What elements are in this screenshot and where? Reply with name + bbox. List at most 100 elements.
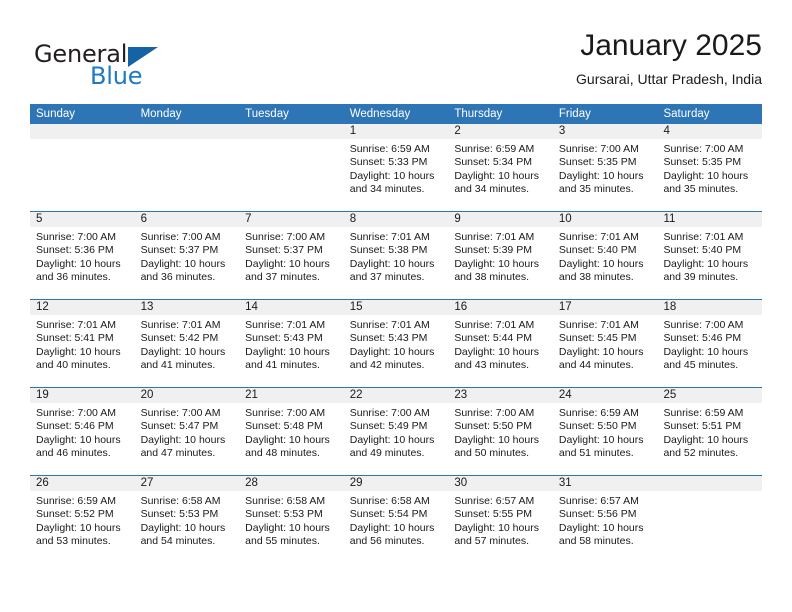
day-number: 12 — [30, 300, 135, 315]
day-sunrise-text: Sunrise: 6:57 AM — [558, 495, 639, 507]
day-sunset-text: Sunset: 5:40 PM — [558, 244, 637, 257]
day-sunrise-text: Sunrise: 7:00 AM — [663, 319, 744, 331]
day-sun-info: Sunrise: 7:00 AM Sunset: 5:35 PM Daylight:… — [553, 139, 658, 197]
day-sun-info: Sunrise: 7:00 AM Sunset: 5:37 PM Daylight:… — [135, 227, 240, 285]
day-sunset-text: Sunset: 5:38 PM — [349, 244, 428, 257]
calendar-day-cell[interactable]: 9 Sunrise: 7:01 AM Sunset: 5:39 PM Daylight… — [448, 212, 553, 299]
calendar-day-cell[interactable]: 12 Sunrise: 7:01 AM Sunset: 5:41 PM Dayligh… — [30, 300, 135, 387]
day-daylight-line2-text: and 34 minutes. — [349, 183, 425, 196]
day-sun-info: Sunrise: 7:01 AM Sunset: 5:40 PM Daylight:… — [657, 227, 762, 285]
day-sunset-text: Sunset: 5:39 PM — [454, 244, 532, 257]
day-number: 25 — [657, 388, 763, 403]
day-daylight-line2-text: and 35 minutes. — [558, 183, 634, 196]
day-daylight-line1-text: Daylight: 10 hours — [140, 433, 226, 446]
day-daylight-line2-text: and 41 minutes. — [140, 359, 216, 372]
calendar-day-cell[interactable]: 21 Sunrise: 7:00 AM Sunset: 5:48 PM Dayligh… — [239, 388, 344, 475]
day-sunset-text: Sunset: 5:43 PM — [349, 332, 428, 345]
day-number: 9 — [448, 212, 553, 227]
calendar-day-cell[interactable]: 23 Sunrise: 7:00 AM Sunset: 5:50 PM Dayligh… — [448, 388, 553, 475]
day-sunset-text: Sunset: 5:34 PM — [454, 156, 532, 169]
calendar-day-cell[interactable]: 19 Sunrise: 7:00 AM Sunset: 5:46 PM Dayligh… — [30, 388, 135, 475]
day-sun-info: Sunrise: 7:01 AM Sunset: 5:43 PM Daylight:… — [344, 315, 449, 373]
day-daylight-line2-text: and 45 minutes. — [663, 359, 739, 372]
day-sunrise-text: Sunrise: 7:01 AM — [663, 231, 744, 243]
calendar-day-cell[interactable]: 25 Sunrise: 6:59 AM Sunset: 5:51 PM Dayligh… — [657, 388, 763, 475]
day-sunrise-text: Sunrise: 7:01 AM — [245, 319, 326, 331]
day-sun-info: Sunrise: 7:01 AM Sunset: 5:38 PM Daylight:… — [344, 227, 449, 285]
day-daylight-line1-text: Daylight: 10 hours — [558, 521, 644, 534]
day-daylight-line1-text: Daylight: 10 hours — [36, 521, 121, 534]
day-sun-info: Sunrise: 7:01 AM Sunset: 5:44 PM Daylight:… — [448, 315, 553, 373]
calendar-day-cell[interactable]: 8 Sunrise: 7:01 AM Sunset: 5:38 PM Daylight… — [343, 212, 449, 299]
weekday-header-row: Sunday Monday Tuesday Wednesday Thursday Frid… — [30, 104, 762, 124]
calendar-day-cell[interactable]: 28 Sunrise: 6:58 AM Sunset: 5:53 PM Dayligh… — [239, 476, 344, 564]
day-sunset-text: Sunset: 5:53 PM — [140, 508, 219, 521]
calendar-day-cell[interactable]: 2 Sunrise: 6:59 AM Sunset: 5:34 PM Daylight… — [448, 124, 553, 211]
calendar-week-row: 1 Sunrise: 6:59 AM Sunset: 5:33 PM Daylight… — [30, 124, 763, 212]
calendar-day-cell[interactable]: 24 Sunrise: 6:59 AM Sunset: 5:50 PM Dayligh… — [552, 388, 658, 475]
day-number: 23 — [448, 388, 553, 403]
day-daylight-line2-text: and 52 minutes. — [663, 447, 739, 460]
day-daylight-line1-text: Daylight: 10 hours — [245, 257, 330, 270]
day-daylight-line2-text: and 38 minutes. — [454, 271, 530, 284]
day-sunrise-text: Sunrise: 7:00 AM — [454, 407, 535, 419]
day-number — [30, 124, 135, 139]
day-sunset-text: Sunset: 5:49 PM — [349, 420, 428, 433]
calendar-day-cell[interactable]: 20 Sunrise: 7:00 AM Sunset: 5:47 PM Dayligh… — [134, 388, 240, 475]
day-sun-info: Sunrise: 7:01 AM Sunset: 5:39 PM Daylight:… — [448, 227, 553, 285]
calendar-day-cell[interactable]: 17 Sunrise: 7:01 AM Sunset: 5:45 PM Dayligh… — [552, 300, 658, 387]
day-sun-info: Sunrise: 6:58 AM Sunset: 5:53 PM Daylight:… — [135, 491, 240, 549]
day-number: 21 — [239, 388, 344, 403]
day-number: 22 — [343, 388, 449, 403]
day-daylight-line2-text: and 35 minutes. — [663, 183, 739, 196]
day-sun-info: Sunrise: 6:57 AM Sunset: 5:56 PM Daylight:… — [553, 491, 658, 549]
day-sunrise-text: Sunrise: 7:00 AM — [36, 407, 116, 419]
weekday-header-friday: Friday — [558, 108, 591, 120]
calendar-day-cell[interactable]: 11 Sunrise: 7:01 AM Sunset: 5:40 PM Dayligh… — [657, 212, 763, 299]
calendar-day-cell[interactable]: 7 Sunrise: 7:00 AM Sunset: 5:37 PM Daylight… — [239, 212, 344, 299]
day-number: 26 — [30, 476, 135, 491]
calendar-day-cell[interactable]: 31 Sunrise: 6:57 AM Sunset: 5:56 PM Dayligh… — [552, 476, 658, 564]
calendar-week-row: 5 Sunrise: 7:00 AM Sunset: 5:36 PM Daylight… — [30, 212, 763, 300]
day-daylight-line2-text: and 38 minutes. — [558, 271, 634, 284]
day-sunrise-text: Sunrise: 7:00 AM — [245, 407, 326, 419]
calendar-day-cell[interactable]: 6 Sunrise: 7:00 AM Sunset: 5:37 PM Daylight… — [134, 212, 240, 299]
calendar-body: 1 Sunrise: 6:59 AM Sunset: 5:33 PM Daylight… — [30, 124, 763, 564]
calendar-day-cell[interactable]: 10 Sunrise: 7:01 AM Sunset: 5:40 PM Dayligh… — [552, 212, 658, 299]
day-number: 18 — [657, 300, 763, 315]
page-header: General Blue January 2025 Gursarai, Utta… — [30, 28, 762, 98]
calendar-day-cell[interactable]: 3 Sunrise: 7:00 AM Sunset: 5:35 PM Daylight… — [552, 124, 658, 211]
calendar-day-cell[interactable]: 30 Sunrise: 6:57 AM Sunset: 5:55 PM Dayligh… — [448, 476, 553, 564]
day-sunset-text: Sunset: 5:48 PM — [245, 420, 323, 433]
day-number: 2 — [448, 124, 553, 139]
day-sunrise-text: Sunrise: 6:59 AM — [558, 407, 639, 419]
day-sunset-text: Sunset: 5:44 PM — [454, 332, 532, 345]
calendar-day-cell[interactable]: 1 Sunrise: 6:59 AM Sunset: 5:33 PM Daylight… — [343, 124, 449, 211]
day-sun-info: Sunrise: 6:59 AM Sunset: 5:52 PM Daylight:… — [30, 491, 135, 549]
calendar-day-cell[interactable]: 14 Sunrise: 7:01 AM Sunset: 5:43 PM Dayligh… — [239, 300, 344, 387]
day-sunset-text: Sunset: 5:35 PM — [663, 156, 742, 169]
calendar-day-cell[interactable]: 16 Sunrise: 7:01 AM Sunset: 5:44 PM Dayligh… — [448, 300, 553, 387]
day-sun-info: Sunrise: 7:01 AM Sunset: 5:41 PM Daylight:… — [30, 315, 135, 373]
day-sunset-text: Sunset: 5:50 PM — [454, 420, 532, 433]
day-sun-info: Sunrise: 7:01 AM Sunset: 5:45 PM Daylight:… — [553, 315, 658, 373]
day-sunrise-text: Sunrise: 7:01 AM — [558, 231, 639, 243]
calendar-day-cell[interactable]: 15 Sunrise: 7:01 AM Sunset: 5:43 PM Dayligh… — [343, 300, 449, 387]
day-sunset-text: Sunset: 5:35 PM — [558, 156, 637, 169]
calendar-day-cell[interactable]: 5 Sunrise: 7:00 AM Sunset: 5:36 PM Daylight… — [30, 212, 135, 299]
day-sunset-text: Sunset: 5:41 PM — [36, 332, 114, 345]
calendar-day-cell[interactable]: 29 Sunrise: 6:58 AM Sunset: 5:54 PM Dayligh… — [343, 476, 449, 564]
calendar-day-cell[interactable]: 27 Sunrise: 6:58 AM Sunset: 5:53 PM Dayligh… — [134, 476, 240, 564]
day-sunrise-text: Sunrise: 6:59 AM — [36, 495, 116, 507]
day-sunrise-text: Sunrise: 7:01 AM — [36, 319, 116, 331]
calendar-day-cell[interactable]: 13 Sunrise: 7:01 AM Sunset: 5:42 PM Dayligh… — [134, 300, 240, 387]
weekday-header-saturday: Saturday — [663, 108, 710, 120]
day-daylight-line1-text: Daylight: 10 hours — [349, 521, 435, 534]
general-blue-logo[interactable]: General Blue — [30, 34, 260, 94]
day-sunrise-text: Sunrise: 7:00 AM — [349, 407, 430, 419]
calendar-day-cell[interactable]: 22 Sunrise: 7:00 AM Sunset: 5:49 PM Dayligh… — [343, 388, 449, 475]
calendar-day-cell[interactable]: 26 Sunrise: 6:59 AM Sunset: 5:52 PM Dayligh… — [30, 476, 135, 564]
day-daylight-line1-text: Daylight: 10 hours — [454, 257, 539, 270]
calendar-day-cell[interactable]: 4 Sunrise: 7:00 AM Sunset: 5:35 PM Daylight… — [657, 124, 763, 211]
calendar-day-cell[interactable]: 18 Sunrise: 7:00 AM Sunset: 5:46 PM Dayligh… — [657, 300, 763, 387]
